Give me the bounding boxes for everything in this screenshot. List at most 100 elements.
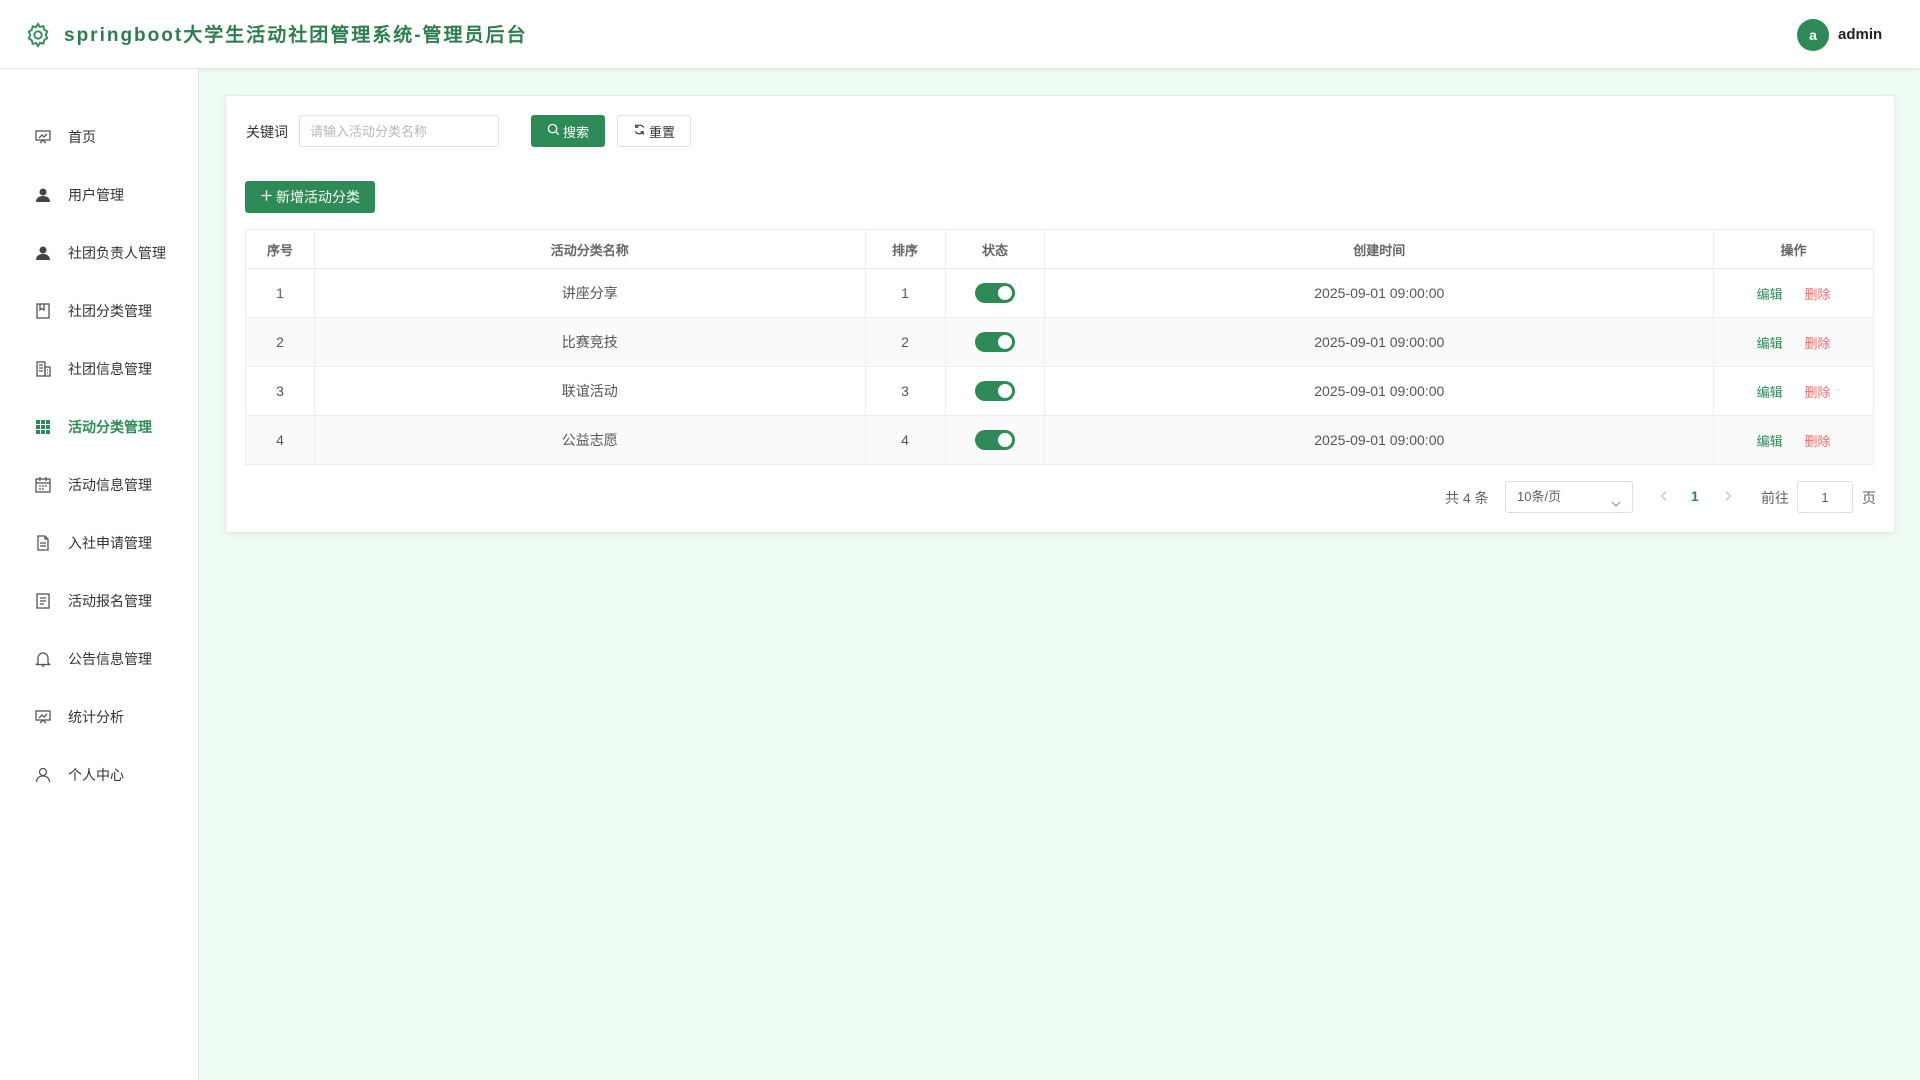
column-header-created: 创建时间 xyxy=(1044,229,1715,269)
sidebar-item-label: 社团信息管理 xyxy=(68,361,152,377)
sidebar-item-label: 个人中心 xyxy=(68,767,124,783)
sidebar-item-activity-signups[interactable]: 活动报名管理 xyxy=(0,579,198,623)
document-icon xyxy=(34,534,52,552)
sidebar-item-join-applications[interactable]: 入社申请管理 xyxy=(0,521,198,565)
delete-link[interactable]: 删除 xyxy=(1804,336,1830,351)
sidebar-item-club-leaders[interactable]: 社团负责人管理 xyxy=(0,231,198,275)
delete-link[interactable]: 删除 xyxy=(1804,287,1830,302)
cell-name: 公益志愿 xyxy=(313,415,866,465)
sidebar-item-label: 首页 xyxy=(68,129,96,145)
column-header-index: 序号 xyxy=(245,229,315,269)
sidebar-item-profile[interactable]: 个人中心 xyxy=(0,753,198,797)
sidebar-item-label: 公告信息管理 xyxy=(68,651,152,667)
delete-link[interactable]: 删除 xyxy=(1804,434,1830,449)
edit-link[interactable]: 编辑 xyxy=(1757,287,1783,302)
sidebar-item-activity-info[interactable]: 活动信息管理 xyxy=(0,463,198,507)
cell-index: 3 xyxy=(245,366,315,416)
dashboard-icon xyxy=(34,128,52,146)
cell-actions: 编辑 删除 xyxy=(1713,415,1874,465)
status-toggle[interactable] xyxy=(975,430,1015,450)
cell-created: 2025-09-01 09:00:00 xyxy=(1044,366,1715,416)
table-row: 1 讲座分享 1 2025-09-01 09:00:00 编辑 删除 xyxy=(245,268,1874,318)
cell-status xyxy=(944,366,1046,416)
add-activity-category-button[interactable]: 新增活动分类 xyxy=(245,181,375,213)
search-icon xyxy=(547,123,560,139)
sidebar-item-label: 社团分类管理 xyxy=(68,303,152,319)
cell-status xyxy=(944,268,1046,318)
table-header-row: 序号 活动分类名称 排序 状态 创建时间 操作 xyxy=(245,229,1874,269)
cell-sort: 4 xyxy=(864,415,946,465)
edit-link[interactable]: 编辑 xyxy=(1757,434,1783,449)
page-size-select[interactable]: 10条/页 xyxy=(1505,481,1633,513)
delete-link[interactable]: 删除 xyxy=(1804,385,1830,400)
sidebar-item-announcements[interactable]: 公告信息管理 xyxy=(0,637,198,681)
status-toggle[interactable] xyxy=(975,332,1015,352)
sidebar-item-home[interactable]: 首页 xyxy=(0,115,198,159)
sidebar: 首页 用户管理 社团负责人管理 社团分类管理 社团信息管理 活动分类管理 活动信… xyxy=(0,69,199,1080)
app-title: springboot大学生活动社团管理系统-管理员后台 xyxy=(64,25,528,46)
sidebar-item-label: 社团负责人管理 xyxy=(68,245,166,261)
table-row: 2 比赛竞技 2 2025-09-01 09:00:00 编辑 删除 xyxy=(245,317,1874,367)
cell-index: 4 xyxy=(245,415,315,465)
cell-created: 2025-09-01 09:00:00 xyxy=(1044,268,1715,318)
keyword-label: 关键词 xyxy=(246,124,288,140)
sidebar-item-label: 入社申请管理 xyxy=(68,535,152,551)
top-header: springboot大学生活动社团管理系统-管理员后台 a admin xyxy=(0,0,1920,69)
cell-created: 2025-09-01 09:00:00 xyxy=(1044,415,1715,465)
sidebar-item-club-categories[interactable]: 社团分类管理 xyxy=(0,289,198,333)
reset-button-label: 重置 xyxy=(648,124,675,140)
gear-icon xyxy=(24,21,52,49)
chevron-left-icon xyxy=(1660,491,1667,501)
search-button[interactable]: 搜索 xyxy=(531,115,605,147)
cell-actions: 编辑 删除 xyxy=(1713,268,1874,318)
cell-status xyxy=(944,415,1046,465)
bell-icon xyxy=(34,650,52,668)
user-icon xyxy=(34,186,52,204)
page-size-value: 10条/页 xyxy=(1517,489,1562,504)
sidebar-item-club-info[interactable]: 社团信息管理 xyxy=(0,347,198,391)
grid-icon xyxy=(34,418,52,436)
cell-status xyxy=(944,317,1046,367)
sidebar-item-users[interactable]: 用户管理 xyxy=(0,173,198,217)
edit-link[interactable]: 编辑 xyxy=(1757,336,1783,351)
cell-sort: 1 xyxy=(864,268,946,318)
sidebar-item-activity-categories[interactable]: 活动分类管理 xyxy=(0,405,198,449)
next-page-button[interactable] xyxy=(1721,489,1735,503)
column-header-sort: 排序 xyxy=(864,229,946,269)
cell-sort: 3 xyxy=(864,366,946,416)
sidebar-item-statistics[interactable]: 统计分析 xyxy=(0,695,198,739)
cell-created: 2025-09-01 09:00:00 xyxy=(1044,317,1715,367)
pagination-total: 共 4 条 xyxy=(1445,490,1489,506)
chevron-down-icon xyxy=(1610,491,1622,507)
cell-actions: 编辑 删除 xyxy=(1713,317,1874,367)
notebook-icon xyxy=(34,302,52,320)
chart-icon xyxy=(34,708,52,726)
cell-sort: 2 xyxy=(864,317,946,367)
status-toggle[interactable] xyxy=(975,381,1015,401)
calendar-icon xyxy=(34,476,52,494)
plus-icon xyxy=(260,189,273,205)
reset-button[interactable]: 重置 xyxy=(617,115,691,147)
chevron-right-icon xyxy=(1725,491,1732,501)
activity-category-table: 序号 活动分类名称 排序 状态 创建时间 操作 1 讲座分享 1 2025-09… xyxy=(245,229,1874,465)
username[interactable]: admin xyxy=(1838,26,1882,43)
status-toggle[interactable] xyxy=(975,283,1015,303)
cell-name: 讲座分享 xyxy=(313,268,866,318)
add-button-label: 新增活动分类 xyxy=(276,189,360,205)
goto-unit-label: 页 xyxy=(1862,490,1876,506)
refresh-icon xyxy=(633,123,646,139)
prev-page-button[interactable] xyxy=(1657,489,1671,503)
search-input[interactable] xyxy=(299,115,499,147)
sidebar-item-label: 用户管理 xyxy=(68,187,124,203)
person-icon xyxy=(34,766,52,784)
column-header-actions: 操作 xyxy=(1713,229,1874,269)
goto-page-input[interactable] xyxy=(1797,481,1853,513)
sidebar-item-label: 活动信息管理 xyxy=(68,477,152,493)
column-header-name: 活动分类名称 xyxy=(313,229,866,269)
cell-actions: 编辑 删除 xyxy=(1713,366,1874,416)
list-icon xyxy=(34,592,52,610)
building-icon xyxy=(34,360,52,378)
avatar[interactable]: a xyxy=(1797,19,1829,51)
edit-link[interactable]: 编辑 xyxy=(1757,385,1783,400)
page-number-current[interactable]: 1 xyxy=(1691,488,1699,504)
